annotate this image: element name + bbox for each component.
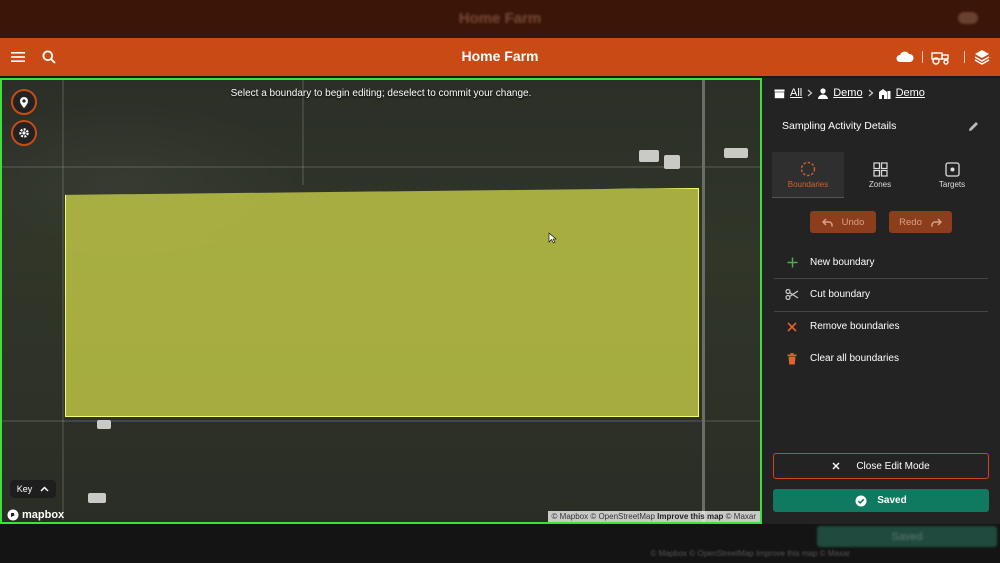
close-edit-mode-button[interactable]: Close Edit Mode bbox=[773, 453, 989, 479]
field-line bbox=[2, 420, 760, 422]
mapbox-logo-text: mapbox bbox=[22, 509, 65, 521]
location-pin-icon[interactable] bbox=[11, 89, 37, 115]
clear-all-boundaries-action[interactable]: Clear all boundaries bbox=[774, 343, 988, 374]
gear-icon[interactable] bbox=[11, 120, 37, 146]
action-label: Cut boundary bbox=[810, 289, 871, 300]
map-instruction: Select a boundary to begin editing; dese… bbox=[230, 88, 532, 99]
farm-icon bbox=[878, 88, 891, 99]
saved-label: Saved bbox=[877, 495, 907, 506]
scissors-icon bbox=[785, 289, 799, 300]
map-view[interactable]: Select a boundary to begin editing; dese… bbox=[0, 78, 762, 524]
field-line bbox=[2, 166, 760, 168]
undo-label: Undo bbox=[841, 216, 865, 228]
background-window-footer: © Mapbox © OpenStreetMap Improve this ma… bbox=[0, 524, 1000, 563]
farm-building bbox=[88, 493, 106, 503]
app-bar: Home Farm bbox=[0, 38, 1000, 76]
panel-title: Sampling Activity Details bbox=[782, 120, 897, 132]
farm-building bbox=[724, 148, 748, 158]
edit-pencil-icon[interactable] bbox=[966, 119, 980, 133]
cursor-icon bbox=[547, 232, 557, 244]
attribution-mapbox[interactable]: © Mapbox bbox=[552, 512, 589, 521]
layers-icon[interactable] bbox=[973, 48, 991, 66]
calendar-icon bbox=[774, 89, 785, 99]
tab-label: Boundaries bbox=[787, 179, 829, 189]
redo-arrow-icon bbox=[931, 217, 942, 226]
undo-button[interactable]: Undo bbox=[810, 211, 876, 233]
tab-label: Targets bbox=[938, 179, 966, 189]
tab-bar: Boundaries Zones Targets bbox=[772, 152, 988, 198]
side-panel: All Demo Demo Sampling Activity Details … bbox=[762, 78, 1000, 524]
divider bbox=[964, 51, 965, 63]
breadcrumb-all[interactable]: All bbox=[790, 87, 802, 99]
road bbox=[702, 80, 705, 522]
map-attribution: © Mapbox © OpenStreetMap Improve this ma… bbox=[547, 511, 760, 522]
breadcrumb-farm[interactable]: Demo bbox=[896, 87, 925, 99]
background-attribution: © Mapbox © OpenStreetMap Improve this ma… bbox=[650, 549, 850, 558]
key-label: Key bbox=[16, 484, 33, 494]
tab-boundaries[interactable]: Boundaries bbox=[772, 152, 844, 198]
map-key-toggle[interactable]: Key bbox=[10, 480, 56, 498]
check-circle-icon bbox=[855, 495, 867, 506]
new-boundary-action[interactable]: New boundary bbox=[774, 247, 988, 278]
target-icon bbox=[944, 161, 960, 177]
dashed-circle-icon bbox=[800, 161, 816, 176]
tab-targets[interactable]: Targets bbox=[916, 152, 988, 198]
farm-building bbox=[639, 150, 659, 162]
grid-icon bbox=[872, 161, 888, 177]
cut-boundary-action[interactable]: Cut boundary bbox=[774, 279, 988, 310]
background-title: Home Farm bbox=[458, 10, 542, 27]
breadcrumb-grower[interactable]: Demo bbox=[833, 87, 862, 99]
farm-building bbox=[664, 155, 680, 169]
chevron-right-icon bbox=[807, 89, 813, 97]
remove-boundaries-action[interactable]: Remove boundaries bbox=[774, 311, 988, 342]
undo-arrow-icon bbox=[821, 217, 833, 226]
breadcrumb: All Demo Demo bbox=[774, 87, 925, 99]
close-icon bbox=[832, 462, 840, 470]
background-saved-button: Saved bbox=[817, 526, 997, 547]
plus-icon bbox=[787, 257, 797, 268]
action-label: Clear all boundaries bbox=[810, 353, 899, 364]
attribution-maxar[interactable]: © Maxar bbox=[726, 512, 756, 521]
tractor-icon[interactable] bbox=[928, 48, 952, 66]
chevron-right-icon bbox=[868, 89, 874, 97]
mapbox-icon bbox=[7, 509, 19, 521]
background-window-header: Home Farm bbox=[0, 0, 1000, 38]
saved-button[interactable]: Saved bbox=[773, 489, 989, 512]
field-boundary[interactable] bbox=[65, 188, 699, 417]
farm-building bbox=[97, 420, 111, 429]
trash-icon bbox=[787, 352, 797, 364]
tab-label: Zones bbox=[868, 179, 892, 189]
chevron-up-icon bbox=[40, 486, 49, 492]
tab-zones[interactable]: Zones bbox=[844, 152, 916, 198]
cloud-icon[interactable] bbox=[895, 49, 915, 65]
field-line bbox=[62, 80, 64, 520]
divider bbox=[922, 51, 923, 63]
attribution-osm[interactable]: © OpenStreetMap bbox=[590, 512, 655, 521]
redo-button[interactable]: Redo bbox=[889, 211, 952, 233]
close-edit-mode-label: Close Edit Mode bbox=[856, 460, 930, 472]
action-label: New boundary bbox=[810, 257, 875, 268]
person-icon bbox=[818, 87, 829, 99]
action-label: Remove boundaries bbox=[810, 321, 900, 332]
x-icon bbox=[787, 321, 797, 332]
page-title: Home Farm bbox=[461, 48, 539, 64]
redo-label: Redo bbox=[899, 216, 922, 228]
improve-map-link[interactable]: Improve this map bbox=[657, 512, 723, 521]
mapbox-logo[interactable]: mapbox bbox=[7, 509, 64, 521]
background-cloud-icon bbox=[958, 12, 978, 24]
